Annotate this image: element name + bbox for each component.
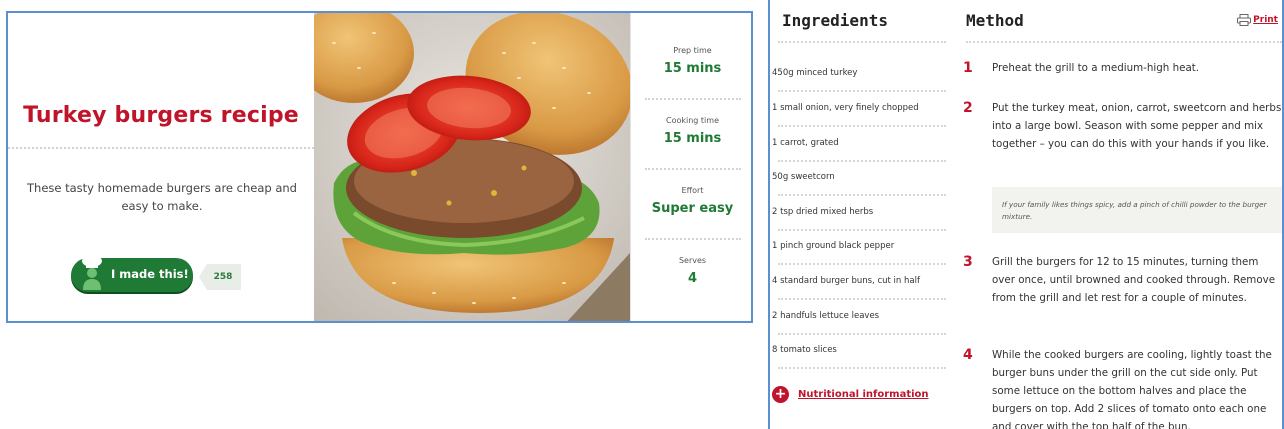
- ingredient-divider: [778, 160, 946, 162]
- ingredient-item: 450g minced turkey: [772, 68, 858, 78]
- ingredient-divider: [778, 194, 946, 196]
- stat-label: Prep time: [673, 46, 712, 55]
- step-text: While the cooked burgers are cooling, li…: [992, 349, 1272, 429]
- recipe-stats: Prep time 15 mins Cooking time 15 mins E…: [630, 13, 751, 321]
- ingredient-divider: [778, 125, 946, 127]
- ingredient-item: 1 pinch ground black pepper: [772, 241, 895, 251]
- stat-effort: Effort Super easy: [631, 186, 751, 216]
- ingredient-divider: [778, 333, 946, 335]
- nutritional-information-label: Nutritional information: [798, 389, 929, 400]
- title-divider: [8, 147, 314, 149]
- recipe-photo: [314, 13, 630, 321]
- step-number: 4: [963, 347, 973, 363]
- method-divider: [966, 41, 1282, 43]
- stat-serves: Serves 4: [631, 256, 751, 286]
- chef-icon: [82, 255, 102, 290]
- print-label: Print: [1253, 15, 1278, 25]
- recipe-title: Turkey burgers recipe: [23, 103, 299, 128]
- ingredient-divider: [778, 229, 946, 231]
- ingredients-heading: Ingredients: [782, 11, 888, 30]
- stat-value: Super easy: [651, 201, 734, 216]
- stat-label: Serves: [678, 256, 707, 265]
- stat-prep-time: Prep time 15 mins: [631, 46, 751, 76]
- step-number: 1: [963, 60, 973, 76]
- step-number: 3: [963, 254, 973, 270]
- ingredient-divider: [778, 367, 946, 369]
- stat-divider: [645, 238, 741, 240]
- recipe-description: These tasty homemade burgers are cheap a…: [27, 181, 297, 213]
- made-count-badge: 258: [199, 264, 241, 290]
- ingredient-item: 1 carrot, grated: [772, 138, 839, 148]
- stat-cooking-time: Cooking time 15 mins: [631, 116, 751, 146]
- nutritional-information-link[interactable]: + Nutritional information: [772, 386, 929, 403]
- plus-circle-icon: +: [772, 386, 789, 403]
- recipe-intro: Turkey burgers recipe These tasty homema…: [8, 13, 314, 321]
- stat-value: 15 mins: [663, 131, 722, 146]
- ingredients-method-panel: Ingredients Method Print 450g minced tur…: [768, 0, 1284, 429]
- step-number: 2: [963, 100, 973, 116]
- printer-icon: [1237, 14, 1252, 26]
- ingredient-divider: [778, 298, 946, 300]
- stat-label: Cooking time: [666, 116, 719, 125]
- stat-label: Effort: [681, 186, 704, 195]
- ingredient-item: 50g sweetcorn: [772, 172, 835, 182]
- ingredient-divider: [778, 90, 946, 92]
- step-text: Put the turkey meat, onion, carrot, swee…: [992, 102, 1282, 150]
- stat-divider: [645, 98, 741, 100]
- stat-divider: [645, 168, 741, 170]
- ingredient-item: 2 handfuls lettuce leaves: [772, 311, 880, 321]
- ingredient-item: 2 tsp dried mixed herbs: [772, 207, 874, 217]
- i-made-this-label: I made this!: [111, 267, 189, 281]
- step-text: Grill the burgers for 12 to 15 minutes, …: [992, 256, 1276, 304]
- i-made-this-button[interactable]: I made this!: [71, 255, 193, 292]
- stat-value: 15 mins: [663, 61, 722, 76]
- burger-image: [314, 13, 630, 321]
- ingredient-divider: [778, 263, 946, 265]
- recipe-header-card: Turkey burgers recipe These tasty homema…: [6, 11, 753, 323]
- method-tip: If your family likes things spicy, add a…: [992, 187, 1282, 233]
- stat-value: 4: [687, 271, 698, 286]
- print-link[interactable]: Print: [1237, 14, 1278, 26]
- ingredient-item: 8 tomato slices: [772, 345, 837, 355]
- ingredient-item: 4 standard burger buns, cut in half: [772, 276, 920, 286]
- ingredient-item: 1 small onion, very finely chopped: [772, 103, 919, 113]
- step-text: Preheat the grill to a medium-high heat.: [992, 62, 1200, 74]
- method-heading: Method: [966, 11, 1024, 30]
- ingredients-divider: [778, 41, 946, 43]
